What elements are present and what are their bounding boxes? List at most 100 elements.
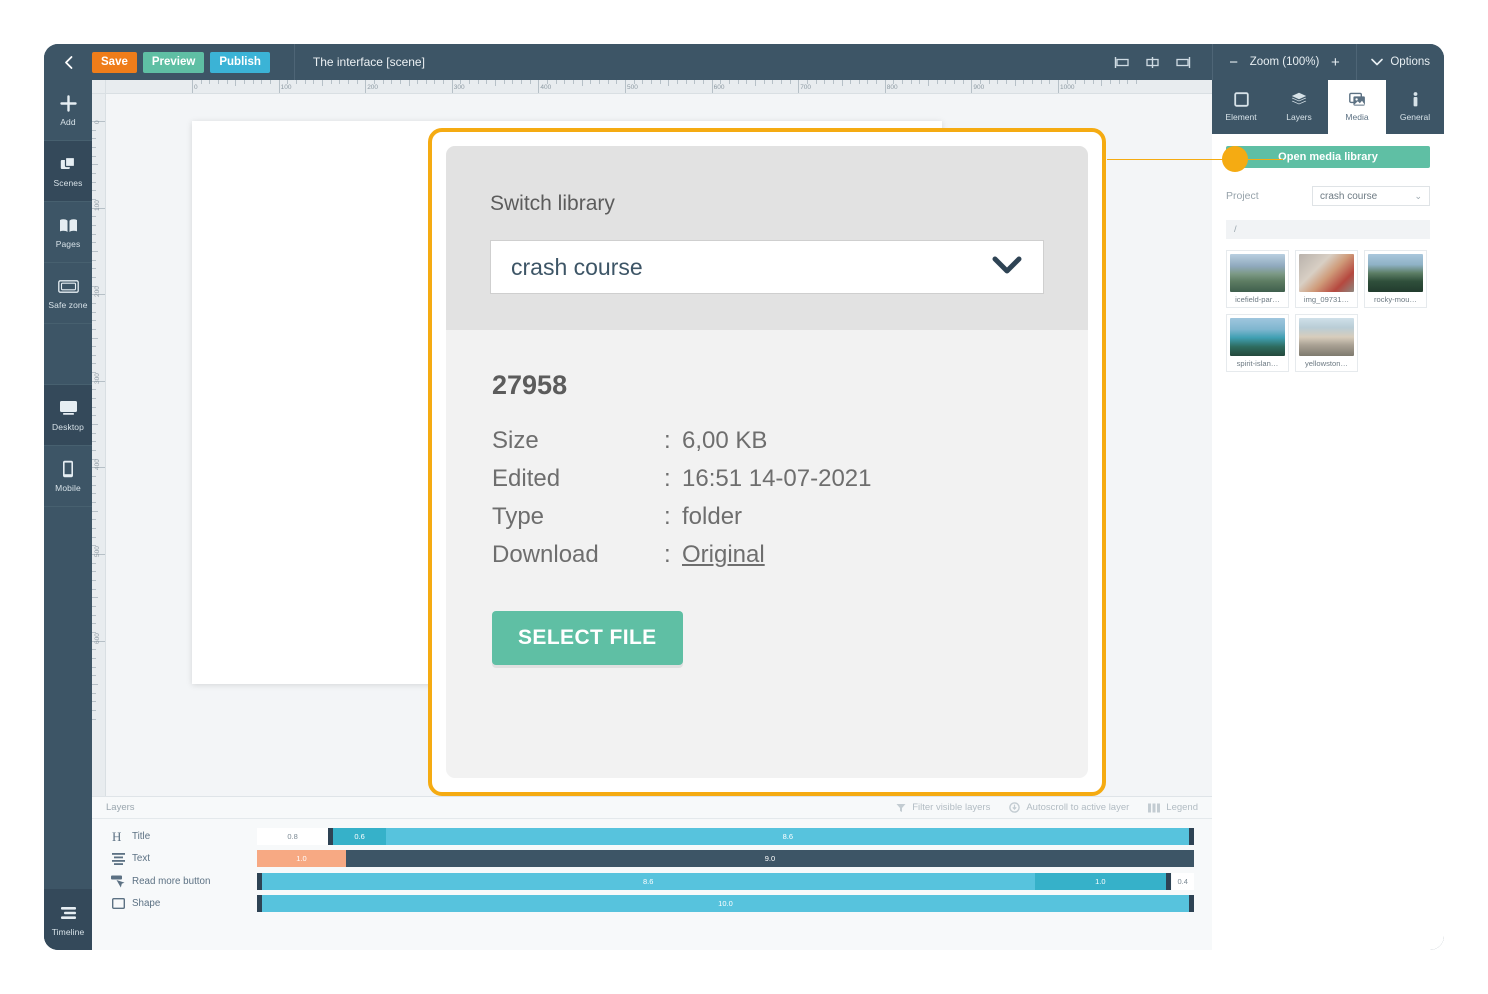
ruler-minor-tick: [720, 80, 721, 84]
timeline-segment[interactable]: 0.8: [257, 828, 328, 845]
timeline-row[interactable]: Text1.09.0: [92, 848, 1212, 871]
sidebar-item-desktop[interactable]: Desktop: [44, 385, 92, 446]
timeline-track[interactable]: 10.0: [257, 895, 1194, 912]
back-button[interactable]: [44, 44, 92, 80]
ruler-tick-label: 600: [714, 84, 725, 91]
timeline-segment[interactable]: 1.0: [1035, 873, 1166, 890]
ruler-minor-tick: [989, 80, 990, 84]
timeline-segment[interactable]: 8.6: [386, 828, 1189, 845]
tab-layers[interactable]: Layers: [1270, 80, 1328, 134]
ruler-minor-tick: [608, 80, 609, 84]
project-select[interactable]: crash course ⌄: [1312, 186, 1430, 206]
align-center-button[interactable]: [1138, 44, 1168, 80]
ruler-minor-tick: [227, 80, 228, 84]
ruler-minor-tick: [92, 528, 96, 529]
ruler-minor-tick: [92, 407, 96, 408]
ruler-minor-tick: [634, 80, 635, 84]
autoscroll-label: Autoscroll to active layer: [1026, 802, 1129, 813]
ruler-tick-label: 100: [94, 200, 101, 211]
sidebar-item-add[interactable]: Add: [44, 80, 92, 141]
zoom-out-button[interactable]: −: [1227, 54, 1241, 71]
tab-element[interactable]: Element: [1212, 80, 1270, 134]
sidebar-item-mobile[interactable]: Mobile: [44, 446, 92, 507]
square-icon: [104, 898, 132, 909]
media-thumbnail-item[interactable]: img_09731…: [1295, 250, 1358, 308]
file-metadata-list: Size:6,00 KBEdited:16:51 14-07-2021Type:…: [492, 427, 1042, 569]
media-thumbnail-grid: icefield-par…img_09731…rocky-mou… spirit-…: [1226, 250, 1430, 372]
ruler-minor-tick: [1006, 80, 1007, 84]
timeline-header: Layers Filter visible layers Autoscro: [92, 797, 1212, 819]
ruler-minor-tick: [746, 80, 747, 84]
sidebar-item-scenes[interactable]: Scenes: [44, 141, 92, 202]
media-thumbnail-image: [1368, 254, 1423, 292]
layers-icon: [1291, 92, 1307, 107]
ruler-minor-tick: [980, 80, 981, 84]
align-right-button[interactable]: [1168, 44, 1198, 80]
ruler-minor-tick: [270, 80, 271, 84]
ruler-major-tick: [365, 80, 366, 93]
timeline-keyframe-marker[interactable]: [1189, 828, 1194, 845]
media-thumbnail-item[interactable]: rocky-mou…: [1364, 250, 1427, 308]
tab-media[interactable]: Media: [1328, 80, 1386, 134]
ruler-tick-label: 100: [281, 84, 292, 91]
timeline-segment[interactable]: 0.6: [333, 828, 386, 845]
safe-zone-rect-icon: [58, 276, 79, 296]
ruler-minor-tick: [902, 80, 903, 84]
timeline-segment[interactable]: 0.4: [1172, 873, 1194, 890]
timeline-segment[interactable]: 1.0: [257, 850, 346, 867]
timeline-keyframe-marker[interactable]: [1189, 895, 1194, 912]
media-thumbnail-item[interactable]: yellowston…: [1295, 314, 1358, 372]
ruler-minor-tick: [92, 182, 96, 183]
ruler-minor-tick: [92, 493, 96, 494]
timeline-track[interactable]: 0.8 0.68.6: [257, 828, 1194, 845]
sidebar-item-safe-zone[interactable]: Safe zone: [44, 263, 92, 324]
media-path-bar[interactable]: /: [1226, 220, 1430, 239]
ruler-minor-tick: [400, 80, 401, 84]
chevron-down-icon: [991, 255, 1023, 280]
switch-library-select[interactable]: crash course: [490, 240, 1044, 294]
timeline-track[interactable]: 8.61.0 0.4: [257, 873, 1194, 890]
align-left-button[interactable]: [1108, 44, 1138, 80]
ruler-minor-tick: [876, 80, 877, 84]
zoom-in-button[interactable]: +: [1328, 54, 1342, 71]
save-button[interactable]: Save: [92, 52, 137, 73]
timeline-segment[interactable]: 10.0: [262, 895, 1190, 912]
phone-icon: [62, 459, 74, 479]
publish-button[interactable]: Publish: [210, 52, 270, 73]
zoom-group: − Zoom (100%) +: [1212, 44, 1357, 80]
ruler-tick-label: 200: [94, 286, 101, 297]
ruler-tick-label: 900: [973, 84, 984, 91]
ruler-minor-tick: [573, 80, 574, 84]
ruler-minor-tick: [92, 563, 96, 564]
sidebar-item-timeline[interactable]: Timeline: [44, 889, 92, 950]
ruler-minor-tick: [92, 623, 96, 624]
options-button[interactable]: Options: [1356, 44, 1444, 80]
ruler-major-tick: [1058, 80, 1059, 93]
timeline-row[interactable]: HTitle0.80.68.6: [92, 825, 1212, 848]
ruler-minor-tick: [92, 355, 96, 356]
media-thumbnail-item[interactable]: spirit-islan…: [1226, 314, 1289, 372]
filter-visible-layers-button[interactable]: Filter visible layers: [896, 802, 990, 813]
legend-button[interactable]: Legend: [1148, 802, 1198, 813]
timeline-track[interactable]: 1.09.0: [257, 850, 1194, 867]
ruler-minor-tick: [92, 615, 96, 616]
timeline-segment[interactable]: 8.6: [262, 873, 1035, 890]
sidebar-item-pages[interactable]: Pages: [44, 202, 92, 263]
download-original-link[interactable]: Original: [682, 541, 765, 569]
timeline-panel: Layers Filter visible layers Autoscro: [92, 796, 1212, 950]
timeline-row[interactable]: Read more button8.61.00.4: [92, 870, 1212, 893]
file-metadata-row: Type:folder: [492, 503, 1042, 531]
media-thumbnail-item[interactable]: icefield-par…: [1226, 250, 1289, 308]
ruler-horizontal[interactable]: 01002003004005006007008009001000: [106, 80, 1212, 94]
scene-title: The interface [scene]: [294, 44, 445, 80]
timeline-row[interactable]: Shape10.0: [92, 893, 1212, 916]
open-media-library-button[interactable]: Open media library: [1226, 146, 1430, 168]
tab-general[interactable]: General: [1386, 80, 1444, 134]
ruler-minor-tick: [92, 260, 96, 261]
ruler-minor-tick: [668, 80, 669, 86]
timeline-segment[interactable]: 9.0: [346, 850, 1194, 867]
ruler-minor-tick: [963, 80, 964, 84]
preview-button[interactable]: Preview: [143, 52, 204, 73]
autoscroll-button[interactable]: Autoscroll to active layer: [1009, 802, 1129, 813]
select-file-button[interactable]: SELECT FILE: [492, 611, 683, 665]
